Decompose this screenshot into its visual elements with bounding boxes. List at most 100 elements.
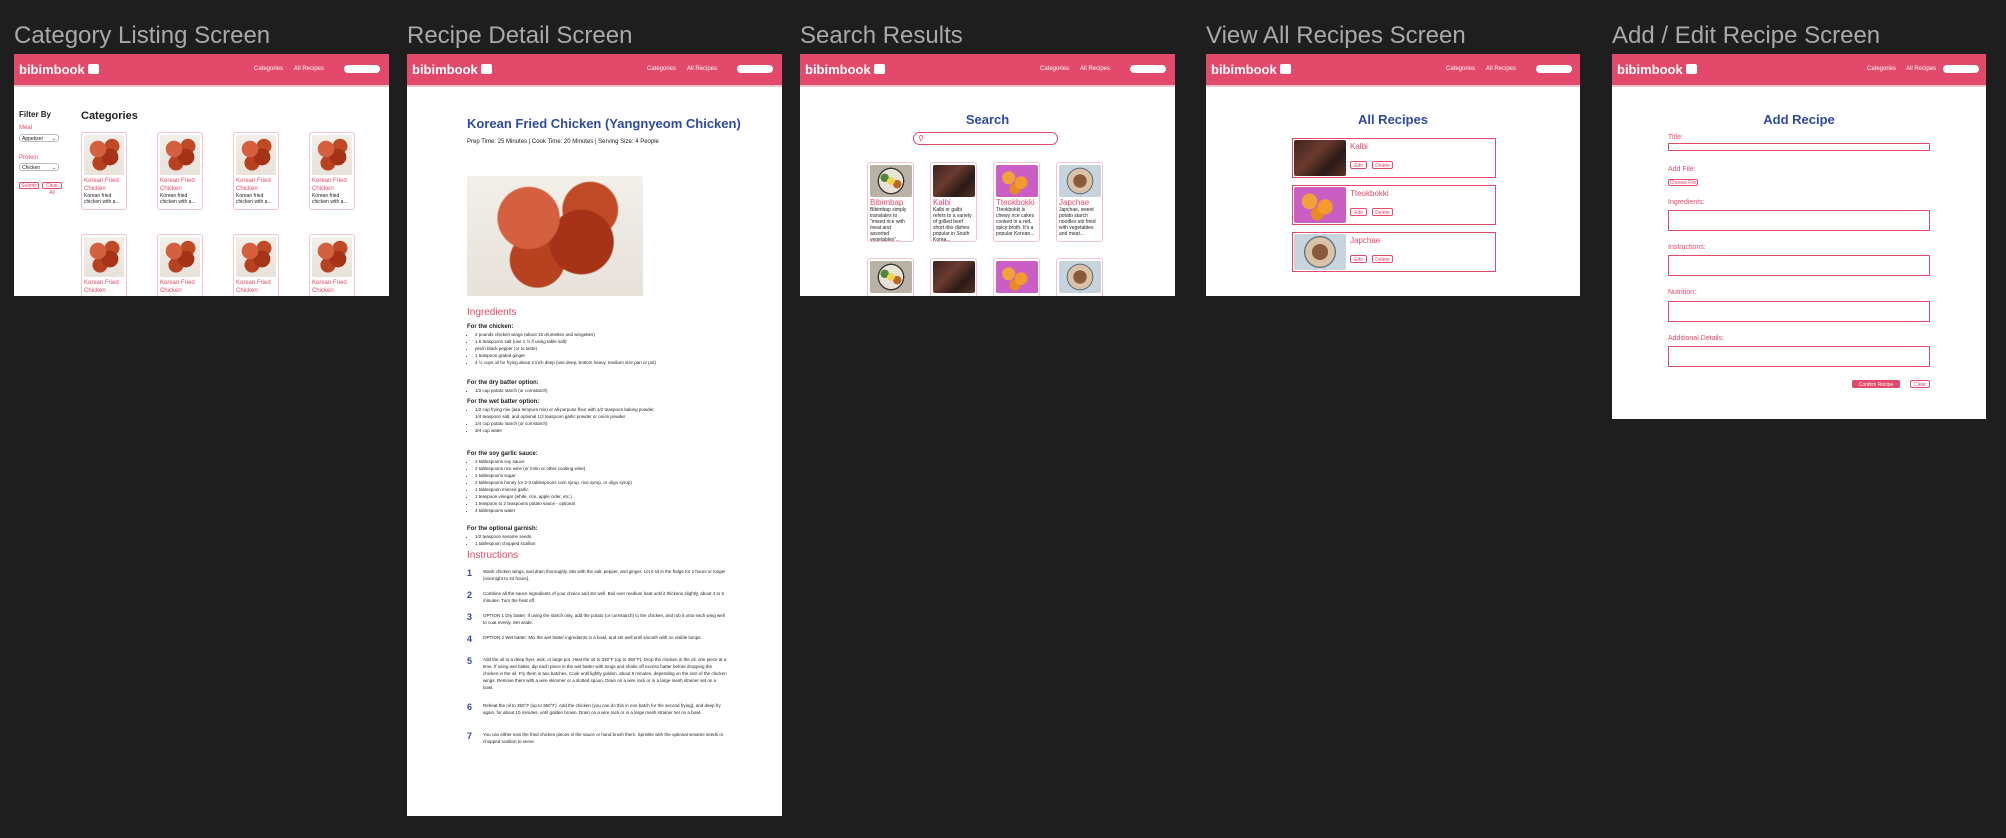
instruction-step: 5 Add the oil to a deep fryer, wok, or la… bbox=[467, 656, 727, 691]
edit-button[interactable]: Edit bbox=[1350, 161, 1367, 169]
recipe-card[interactable]: Korean Fried Chicken Korean fried chicken… bbox=[157, 132, 203, 210]
search-result-card[interactable] bbox=[867, 258, 914, 296]
ingredients-input[interactable] bbox=[1668, 210, 1930, 231]
instruction-step: 3 OPTION 1 Dry batter: If using the starc… bbox=[467, 612, 727, 626]
recipe-card[interactable]: Korean Fried Chicken bbox=[157, 234, 203, 296]
ingredient-group-title: For the dry batter option: bbox=[467, 380, 539, 386]
ingredients-heading: Ingredients bbox=[467, 307, 517, 318]
instructions-input[interactable] bbox=[1668, 255, 1930, 276]
chef-hat-icon bbox=[87, 64, 99, 74]
view-all-recipes-screen: bibimbook Categories All Recipes All Rec… bbox=[1206, 54, 1580, 296]
nav-search-input[interactable] bbox=[344, 65, 380, 73]
logo[interactable]: bibimbook bbox=[19, 62, 99, 77]
instruction-step: 2 Combine all the sauce ingredients of yo… bbox=[467, 590, 727, 604]
recipe-card[interactable]: Korean Fried Chicken Korean fried chicken… bbox=[309, 132, 355, 210]
recipe-card-desc: Korean fried chicken with a... bbox=[236, 193, 272, 205]
ingredient-item: 4 ½ cups oil for frying about 2 inch dee… bbox=[475, 359, 657, 366]
additional-details-input[interactable] bbox=[1668, 346, 1930, 367]
nav-search-input[interactable] bbox=[1943, 65, 1979, 73]
ingredient-item: 2 tablespoons sugar bbox=[475, 472, 657, 479]
search-result-card[interactable]: Bibimbap Bibimbap simply translates to "m… bbox=[867, 162, 914, 242]
meal-value: Appetizer bbox=[22, 136, 44, 142]
category-listing-screen: bibimbook Categories All Recipes Filter … bbox=[14, 54, 389, 296]
recipe-card[interactable]: Korean Fried Chicken Korean fried chicken… bbox=[233, 132, 279, 210]
delete-button[interactable]: Delete bbox=[1372, 255, 1393, 263]
nav-search-input[interactable] bbox=[1130, 65, 1166, 73]
recipe-card[interactable]: Korean Fried Chicken bbox=[81, 234, 127, 296]
nav-categories-link[interactable]: Categories bbox=[1446, 66, 1475, 72]
chevron-down-icon: ⌄ bbox=[51, 136, 56, 142]
nav-all-recipes-link[interactable]: All Recipes bbox=[1486, 66, 1516, 72]
protein-value: Chicken bbox=[22, 165, 41, 171]
recipe-row[interactable]: Japchae Edit Delete bbox=[1292, 232, 1496, 272]
meal-select[interactable]: Appetizer ⌄ bbox=[19, 134, 59, 142]
ingredient-item: 1/2 teaspoon sesame seeds bbox=[475, 533, 657, 540]
recipe-card-desc: Korean fried chicken with a... bbox=[160, 193, 196, 205]
recipe-image bbox=[236, 237, 276, 277]
ingredient-group-title: For the chicken: bbox=[467, 324, 514, 330]
protein-select[interactable]: Chicken ⌄ bbox=[19, 163, 59, 171]
nav-categories-link[interactable]: Categories bbox=[254, 66, 283, 72]
nav-categories-link[interactable]: Categories bbox=[647, 66, 676, 72]
recipe-card[interactable]: Korean Fried Chicken bbox=[233, 234, 279, 296]
instructions-label: Instructions: bbox=[1668, 244, 1706, 251]
delete-button[interactable]: Delete bbox=[1372, 161, 1393, 169]
step-number: 5 bbox=[467, 656, 473, 666]
nav-all-recipes-link[interactable]: All Recipes bbox=[1906, 66, 1936, 72]
nav-all-recipes-link[interactable]: All Recipes bbox=[294, 66, 324, 72]
step-text: Reheat the oil to 350°F (up to 360°F). A… bbox=[483, 703, 721, 715]
nav-categories-link[interactable]: Categories bbox=[1040, 66, 1069, 72]
meal-label: Meal bbox=[19, 125, 33, 131]
nav-all-recipes-link[interactable]: All Recipes bbox=[1080, 66, 1110, 72]
logo-text: bibimbook bbox=[19, 62, 85, 77]
logo-text: bibimbook bbox=[805, 62, 871, 77]
search-result-card[interactable] bbox=[1056, 258, 1103, 296]
search-result-card[interactable]: Japchae Japchae, sweet potato starch nood… bbox=[1056, 162, 1103, 242]
recipe-row[interactable]: Kalbi Edit Delete bbox=[1292, 138, 1496, 178]
recipe-row[interactable]: Tteokbokki Edit Delete bbox=[1292, 185, 1496, 225]
title-input[interactable] bbox=[1668, 143, 1930, 151]
nav-search-input[interactable] bbox=[1536, 65, 1572, 73]
step-number: 7 bbox=[467, 731, 473, 741]
additional-details-label: Additional Details: bbox=[1668, 335, 1725, 342]
choose-file-button[interactable]: Choose File bbox=[1668, 179, 1698, 186]
recipe-detail-screen: bibimbook Categories All Recipes Korean … bbox=[407, 54, 782, 816]
nutrition-input[interactable] bbox=[1668, 301, 1930, 322]
confirm-recipe-button[interactable]: Confirm Recipe bbox=[1852, 380, 1900, 388]
clear-all-button[interactable]: Clear All bbox=[42, 182, 62, 196]
search-result-card[interactable] bbox=[993, 258, 1040, 296]
nav-categories-link[interactable]: Categories bbox=[1867, 66, 1896, 72]
ingredient-group-title: For the soy garlic sauce: bbox=[467, 451, 538, 457]
search-result-card[interactable] bbox=[930, 258, 977, 296]
top-nav: bibimbook Categories All Recipes bbox=[1612, 54, 1986, 85]
edit-button[interactable]: Edit bbox=[1350, 208, 1367, 216]
top-nav: bibimbook Categories All Recipes bbox=[14, 54, 389, 85]
logo[interactable]: bibimbook bbox=[1617, 62, 1697, 77]
search-input[interactable]: ⚲ bbox=[913, 132, 1058, 145]
submit-button[interactable]: Submit bbox=[19, 182, 39, 189]
recipe-card-desc: Bibimbap simply translates to "mixed ric… bbox=[870, 207, 907, 242]
recipe-card[interactable]: Korean Fried Chicken bbox=[309, 234, 355, 296]
recipe-card-title: Bibimbap bbox=[870, 198, 904, 207]
recipe-card-title: Korean Fried Chicken bbox=[160, 178, 195, 192]
recipe-card-title: Japchae bbox=[1059, 198, 1090, 207]
logo[interactable]: bibimbook bbox=[412, 62, 492, 77]
categories-heading: Categories bbox=[81, 110, 138, 122]
ingredient-item: 1 tablespoon minced garlic bbox=[475, 486, 657, 493]
nav-divider bbox=[14, 85, 389, 87]
nav-divider bbox=[1612, 85, 1986, 87]
nav-search-input[interactable] bbox=[737, 65, 773, 73]
search-result-card[interactable]: Tteokbokki Tteokbokki is chewy rice cakes… bbox=[993, 162, 1040, 242]
search-result-card[interactable]: Kalbi Kalbi or galbi refers to a variety … bbox=[930, 162, 977, 242]
logo[interactable]: bibimbook bbox=[1211, 62, 1291, 77]
add-recipe-screen: bibimbook Categories All Recipes Add Rec… bbox=[1612, 54, 1986, 419]
recipe-card[interactable]: Korean Fried Chicken Korean fried chicken… bbox=[81, 132, 127, 210]
step-number: 2 bbox=[467, 590, 473, 600]
recipe-image bbox=[870, 165, 912, 197]
logo[interactable]: bibimbook bbox=[805, 62, 885, 77]
delete-button[interactable]: Delete bbox=[1372, 208, 1393, 216]
step-text: Wash chicken wings, and drain thoroughly… bbox=[483, 569, 726, 581]
clear-button[interactable]: Clear bbox=[1910, 380, 1930, 388]
nav-all-recipes-link[interactable]: All Recipes bbox=[687, 66, 717, 72]
edit-button[interactable]: Edit bbox=[1350, 255, 1367, 263]
